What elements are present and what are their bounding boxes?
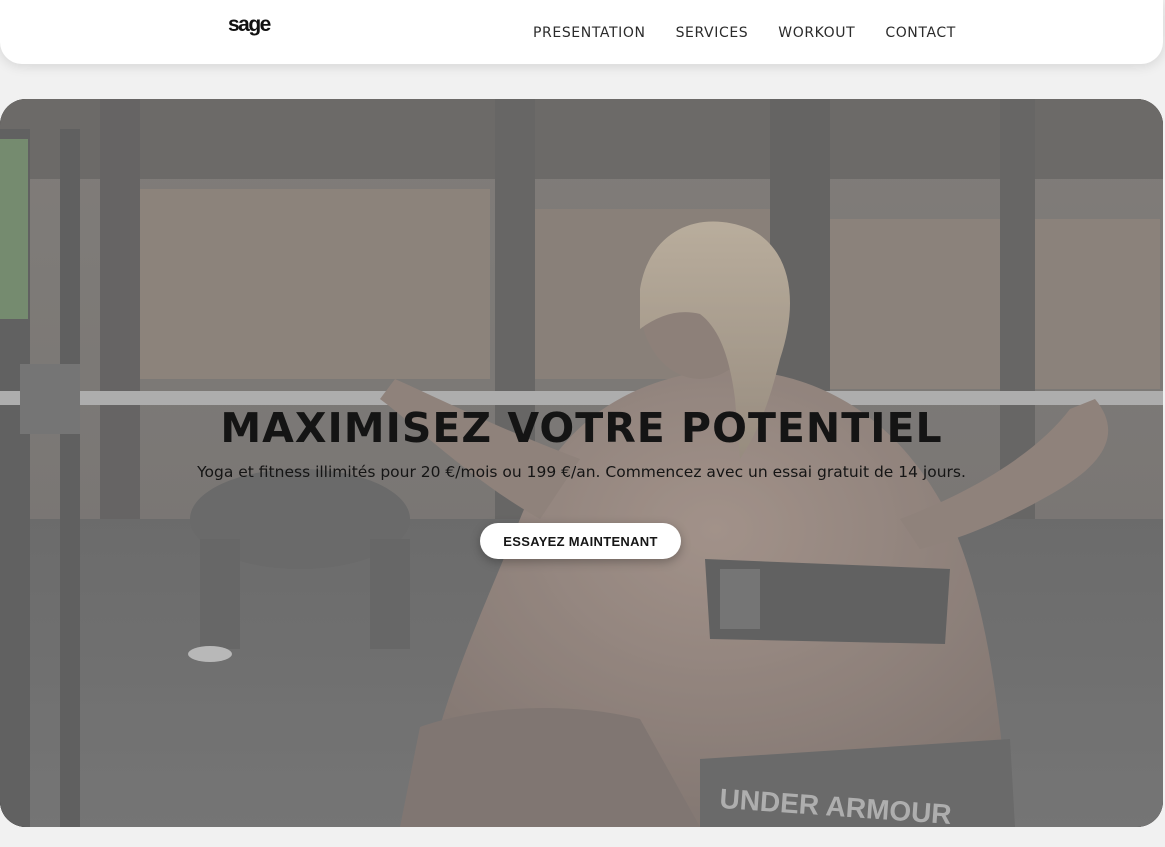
nav-item-workout[interactable]: WORKOUT [778,24,855,42]
hero-section: UNDER ARMOUR MAXIMISEZ VOTRE POTENTIEL Y… [0,99,1163,827]
nav-item-contact[interactable]: CONTACT [885,24,956,42]
nav-item-presentation[interactable]: PRESENTATION [533,24,646,42]
main-nav: PRESENTATION SERVICES WORKOUT CONTACT [533,24,986,42]
try-now-button[interactable]: ESSAYEZ MAINTENANT [480,523,681,559]
site-header: sage PRESENTATION SERVICES WORKOUT CONTA… [0,0,1163,64]
hero-title: MAXIMISEZ VOTRE POTENTIEL [220,404,943,452]
nav-item-services[interactable]: SERVICES [676,24,749,42]
sage-logo[interactable]: sage [228,14,271,35]
hero-subtitle: Yoga et fitness illimités pour 20 €/mois… [197,463,966,481]
